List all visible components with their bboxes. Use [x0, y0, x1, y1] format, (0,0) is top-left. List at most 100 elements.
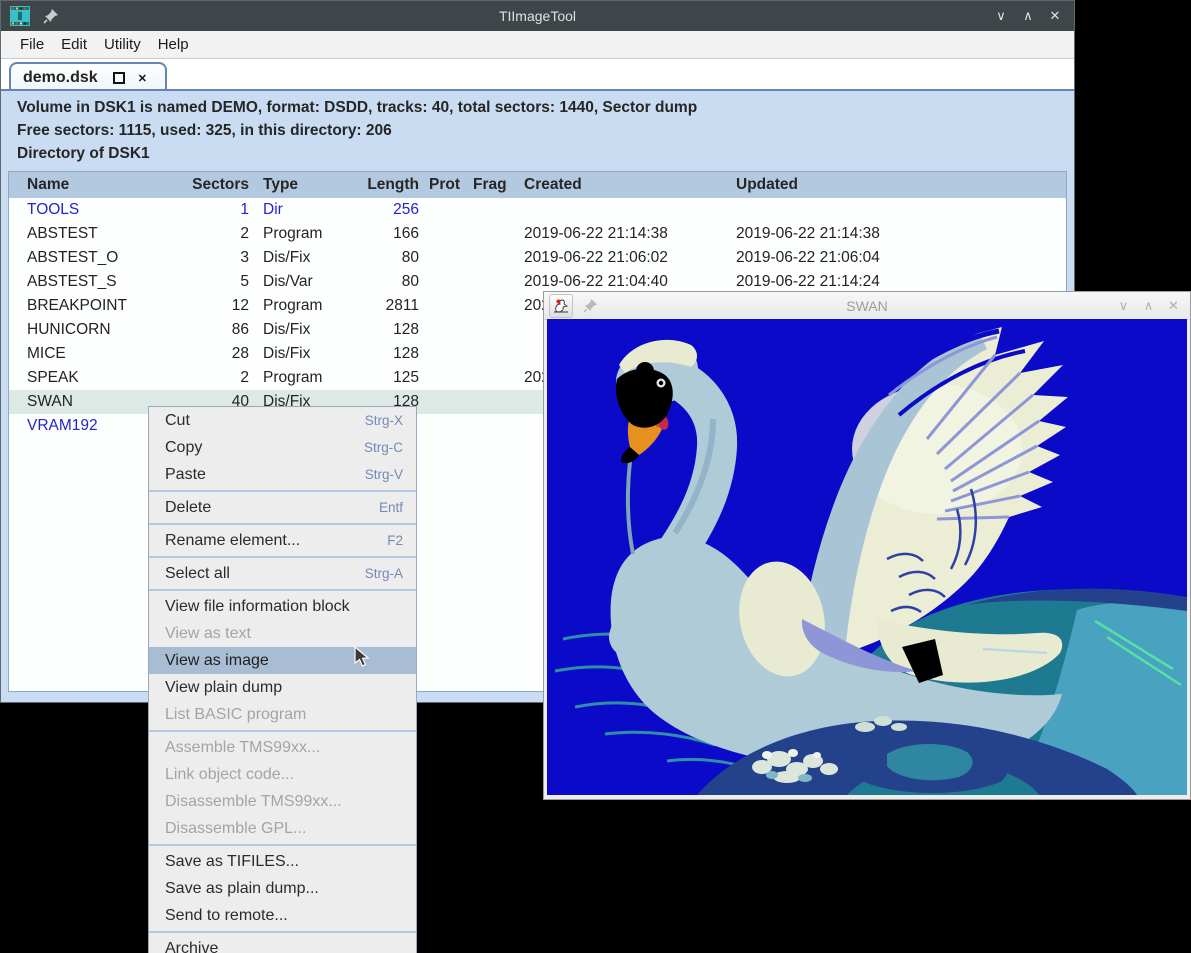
menu-item-archive[interactable]: Archive — [149, 935, 416, 953]
cell-name: ABSTEST_O — [27, 246, 157, 270]
menu-item-label: View plain dump — [165, 679, 282, 696]
column-header-created[interactable]: Created — [524, 172, 729, 198]
menubar-item-utility[interactable]: Utility — [97, 34, 148, 55]
cell-length: 125 — [339, 366, 419, 390]
column-header-type[interactable]: Type — [263, 172, 351, 198]
cell-length: 166 — [339, 222, 419, 246]
menu-item-save-as-plain-dump[interactable]: Save as plain dump... — [149, 875, 416, 902]
cell-sectors: 86 — [159, 318, 249, 342]
menu-item-send-to-remote[interactable]: Send to remote... — [149, 902, 416, 929]
menu-item-copy[interactable]: CopyStrg-C — [149, 434, 416, 461]
cell-type: Program — [263, 222, 351, 246]
menu-separator — [149, 490, 416, 492]
menu-item-select-all[interactable]: Select allStrg-A — [149, 560, 416, 587]
cell-name: BREAKPOINT — [27, 294, 157, 318]
menu-item-label: View as text — [165, 625, 251, 642]
menu-item-disassemble-gpl: Disassemble GPL... — [149, 815, 416, 842]
menu-item-disassemble-tms99xx: Disassemble TMS99xx... — [149, 788, 416, 815]
cell-length: 80 — [339, 270, 419, 294]
close-button[interactable]: ✕ — [1048, 8, 1062, 24]
table-row-abstest[interactable]: ABSTEST2 Program166 2019-06-22 21:14:38 201… — [9, 222, 1066, 246]
cell-name: TOOLS — [27, 198, 157, 222]
close-tab-icon[interactable]: ✕ — [138, 72, 147, 85]
menu-item-label: Disassemble GPL... — [165, 820, 306, 837]
menu-item-view-plain-dump[interactable]: View plain dump — [149, 674, 416, 701]
maximize-button[interactable]: ∧ — [1142, 298, 1155, 314]
cell-sectors: 1 — [159, 198, 249, 222]
column-header-name[interactable]: Name — [27, 172, 157, 198]
shade-button[interactable]: ∨ — [994, 8, 1008, 24]
cell-sectors: 2 — [159, 222, 249, 246]
menu-item-paste[interactable]: PasteStrg-V — [149, 461, 416, 488]
cell-updated: 2019-06-22 21:14:38 — [736, 222, 941, 246]
cell-type: Dir — [263, 198, 351, 222]
cell-sectors: 2 — [159, 366, 249, 390]
swan-titlebar[interactable]: SWAN ∨∧✕ — [544, 292, 1190, 320]
menu-item-cut[interactable]: CutStrg-X — [149, 407, 416, 434]
cell-updated: 2019-06-22 21:06:04 — [736, 246, 941, 270]
menu-item-view-file-information-block[interactable]: View file information block — [149, 593, 416, 620]
cell-name: ABSTEST_S — [27, 270, 157, 294]
menu-item-rename-element[interactable]: Rename element...F2 — [149, 527, 416, 554]
maximize-button[interactable]: ∧ — [1021, 8, 1035, 24]
cell-created: 2019-06-22 21:14:38 — [524, 222, 729, 246]
menu-separator — [149, 844, 416, 846]
menu-item-label: Select all — [165, 565, 230, 582]
menubar-item-edit[interactable]: Edit — [54, 34, 94, 55]
cell-type: Dis/Fix — [263, 318, 351, 342]
menu-item-label: Archive — [165, 940, 218, 953]
tab-bar: demo.dsk ✕ — [1, 59, 1074, 90]
cell-type: Dis/Fix — [263, 342, 351, 366]
column-header-updated[interactable]: Updated — [736, 172, 941, 198]
menu-item-label: View file information block — [165, 598, 350, 615]
menubar-item-help[interactable]: Help — [151, 34, 196, 55]
main-window-title: TIImageTool — [1, 8, 1074, 24]
cell-type: Dis/Var — [263, 270, 351, 294]
menu-item-label: Link object code... — [165, 766, 294, 783]
menu-item-label: Save as plain dump... — [165, 880, 319, 897]
menu-item-assemble-tms99xx: Assemble TMS99xx... — [149, 734, 416, 761]
menu-item-shortcut: Strg-V — [365, 461, 403, 488]
close-button[interactable]: ✕ — [1167, 298, 1180, 314]
menu-item-label: Send to remote... — [165, 907, 288, 924]
menu-item-save-as-tifiles[interactable]: Save as TIFILES... — [149, 848, 416, 875]
column-header-frag[interactable]: Frag — [473, 172, 515, 198]
table-row-tools[interactable]: TOOLS1Dir256 — [9, 198, 1066, 222]
menu-separator — [149, 730, 416, 732]
cell-sectors: 3 — [159, 246, 249, 270]
cell-name: MICE — [27, 342, 157, 366]
table-header: NameSectors TypeLength ProtFrag Created Upda… — [9, 172, 1066, 198]
menu-item-view-as-image[interactable]: View as image — [149, 647, 416, 674]
column-header-prot[interactable]: Prot — [429, 172, 469, 198]
menu-separator — [149, 589, 416, 591]
menubar-item-file[interactable]: File — [13, 34, 51, 55]
column-header-sectors[interactable]: Sectors — [159, 172, 249, 198]
cell-name: ABSTEST — [27, 222, 157, 246]
menu-item-label: Delete — [165, 499, 211, 516]
cell-sectors: 5 — [159, 270, 249, 294]
shade-button[interactable]: ∨ — [1117, 298, 1130, 314]
cell-sectors: 12 — [159, 294, 249, 318]
tab-demo-dsk[interactable]: demo.dsk ✕ — [9, 62, 167, 92]
cell-type: Dis/Fix — [263, 246, 351, 270]
menu-item-label: Save as TIFILES... — [165, 853, 299, 870]
volume-info-line: Directory of DSK1 — [17, 142, 697, 165]
swan-window: SWAN ∨∧✕ — [543, 291, 1191, 800]
cell-type: Program — [263, 366, 351, 390]
menu-item-label: List BASIC program — [165, 706, 306, 723]
volume-info: Volume in DSK1 is named DEMO, format: DS… — [17, 96, 697, 165]
menu-item-delete[interactable]: DeleteEntf — [149, 494, 416, 521]
menu-item-list-basic-program: List BASIC program — [149, 701, 416, 728]
column-header-length[interactable]: Length — [339, 172, 419, 198]
menu-item-label: View as image — [165, 652, 269, 669]
swan-pixel-art — [547, 319, 1187, 795]
menu-item-shortcut: Strg-C — [364, 434, 403, 461]
table-row-abstest-o[interactable]: ABSTEST_O3Dis/Fix802019-06-22 21:06:0220… — [9, 246, 1066, 270]
cell-length: 2811 — [339, 294, 419, 318]
cell-name: HUNICORN — [27, 318, 157, 342]
cell-length: 128 — [339, 318, 419, 342]
detach-tab-icon[interactable] — [113, 72, 125, 84]
swan-image — [547, 319, 1187, 795]
main-titlebar[interactable]: TIImageTool ∨ ∧ ✕ — [1, 1, 1074, 31]
menu-item-label: Rename element... — [165, 532, 300, 549]
